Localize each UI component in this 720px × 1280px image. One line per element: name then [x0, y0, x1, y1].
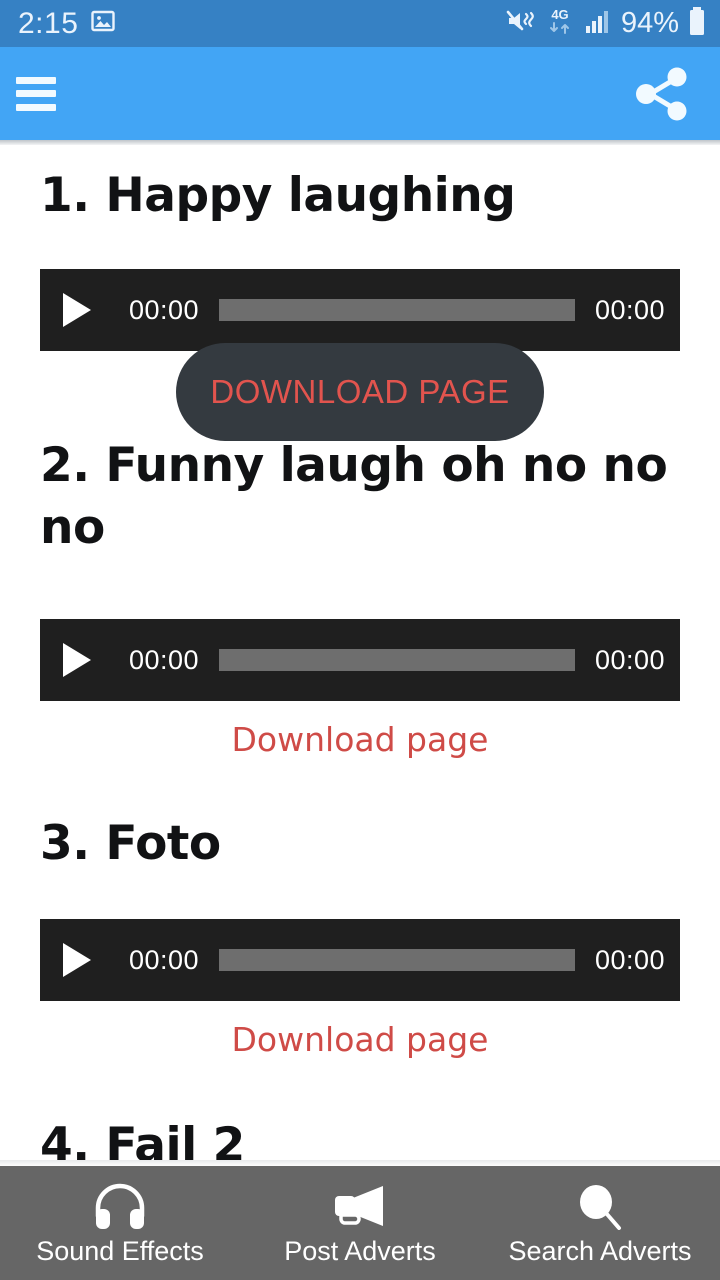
download-page-button[interactable]: DOWNLOAD PAGE	[176, 343, 544, 441]
download-page-link[interactable]: Download page	[40, 720, 680, 759]
play-icon[interactable]	[40, 643, 114, 677]
svg-text:4G: 4G	[551, 7, 568, 22]
hamburger-bar	[16, 90, 56, 97]
battery-icon	[688, 6, 706, 41]
audio-player[interactable]: 00:00 00:00	[40, 919, 680, 1001]
status-bar-right: 4G 94%	[506, 6, 706, 41]
track-title: 1. Happy laughing	[40, 168, 516, 223]
hamburger-bar	[16, 76, 56, 84]
track-title: 2. Funny laugh oh no no no	[40, 438, 668, 555]
nav-item-search-adverts[interactable]: Search Adverts	[480, 1180, 720, 1267]
signal-bars-icon	[584, 8, 612, 39]
track-item: 2. Funny laugh oh no no no 00:00 00:00 D…	[0, 435, 720, 759]
nav-label: Sound Effects	[36, 1235, 204, 1266]
status-bar: 2:15 4G 94%	[0, 0, 720, 47]
progress-bar	[219, 649, 575, 671]
nav-item-post-adverts[interactable]: Post Adverts	[240, 1180, 480, 1267]
audio-player[interactable]: 00:00 00:00	[40, 619, 680, 701]
progress-bar	[219, 299, 575, 321]
audio-player[interactable]: 00:00 00:00	[40, 269, 680, 351]
track-item: 4. Fail 2	[0, 1115, 720, 1166]
download-page-link[interactable]: Download page	[40, 1020, 680, 1059]
network-4g-icon: 4G	[545, 6, 575, 41]
bottom-navigation-bar: Sound Effects Post Adverts Search Advert…	[0, 1166, 720, 1280]
current-time-label: 00:00	[128, 644, 200, 675]
track-title: 4. Fail 2	[40, 1118, 245, 1166]
app-bar	[0, 47, 720, 140]
nav-item-sound-effects[interactable]: Sound Effects	[0, 1180, 240, 1267]
play-icon[interactable]	[40, 293, 114, 327]
status-bar-left: 2:15	[18, 7, 116, 41]
track-item: 1. Happy laughing 00:00 00:00 DOWNLOAD P…	[0, 145, 720, 441]
duration-label: 00:00	[594, 944, 666, 975]
megaphone-icon	[329, 1180, 391, 1230]
progress-bar	[219, 949, 575, 971]
duration-label: 00:00	[594, 294, 666, 325]
track-title: 3. Foto	[40, 816, 221, 871]
play-icon[interactable]	[40, 943, 114, 977]
track-item: 3. Foto 00:00 00:00 Download page	[0, 813, 720, 1059]
current-time-label: 00:00	[128, 944, 200, 975]
app-screen: 2:15 4G 94% 1. Happy laughing 00:00 00:0…	[0, 0, 720, 1280]
duration-label: 00:00	[594, 644, 666, 675]
share-icon[interactable]	[626, 59, 696, 129]
hamburger-menu-icon[interactable]	[16, 74, 62, 114]
nav-label: Post Adverts	[284, 1235, 436, 1266]
mute-vibrate-icon	[506, 8, 536, 39]
battery-percentage-label: 94%	[620, 7, 679, 39]
nav-label: Search Adverts	[508, 1235, 692, 1266]
progress-scrubber[interactable]	[214, 299, 580, 321]
progress-scrubber[interactable]	[214, 649, 580, 671]
track-list: 1. Happy laughing 00:00 00:00 DOWNLOAD P…	[0, 145, 720, 1166]
hamburger-bar	[16, 103, 56, 111]
headphones-icon	[92, 1180, 148, 1230]
progress-scrubber[interactable]	[214, 949, 580, 971]
current-time-label: 00:00	[128, 294, 200, 325]
search-icon	[574, 1180, 626, 1230]
photo-icon	[90, 9, 116, 38]
status-bar-clock: 2:15	[18, 6, 79, 40]
